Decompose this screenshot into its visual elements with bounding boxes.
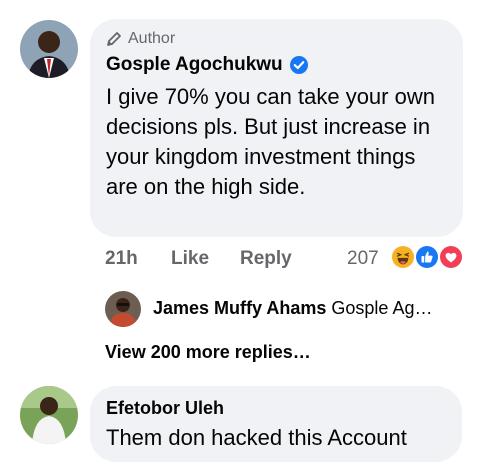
verified-icon xyxy=(289,56,308,74)
reply-button[interactable]: Reply xyxy=(240,248,292,270)
haha-icon[interactable] xyxy=(390,244,416,270)
comment-author-name-2[interactable]: Efetobor Uleh xyxy=(106,398,224,419)
like-button[interactable]: Like xyxy=(171,248,209,270)
pencil-icon xyxy=(107,32,121,46)
comment-timestamp[interactable]: 21h xyxy=(105,248,138,270)
like-icon[interactable] xyxy=(414,244,440,270)
comment-author-row: Gosple Agochukwu xyxy=(106,54,309,76)
comment-text-2: Them don hacked this Account xyxy=(106,425,407,450)
author-badge: Author xyxy=(106,30,175,48)
comment-author-name[interactable]: Gosple Agochukwu xyxy=(106,54,283,76)
avatar-efetobor[interactable] xyxy=(20,386,78,444)
reply-preview-snippet: Gosple Ag… xyxy=(331,298,433,318)
author-badge-label: Author xyxy=(128,30,176,47)
reaction-count[interactable]: 207 xyxy=(347,248,379,270)
reply-preview[interactable]: James Muffy Ahams Gosple Ag… xyxy=(153,298,432,319)
avatar-james[interactable] xyxy=(105,291,141,327)
comment-text: I give 70% you can take your own decisio… xyxy=(106,84,435,199)
love-icon[interactable] xyxy=(438,244,464,270)
avatar-gosple[interactable] xyxy=(20,20,78,78)
reply-preview-name[interactable]: James Muffy Ahams xyxy=(153,298,326,318)
view-more-replies-link[interactable]: View 200 more replies… xyxy=(105,342,311,363)
